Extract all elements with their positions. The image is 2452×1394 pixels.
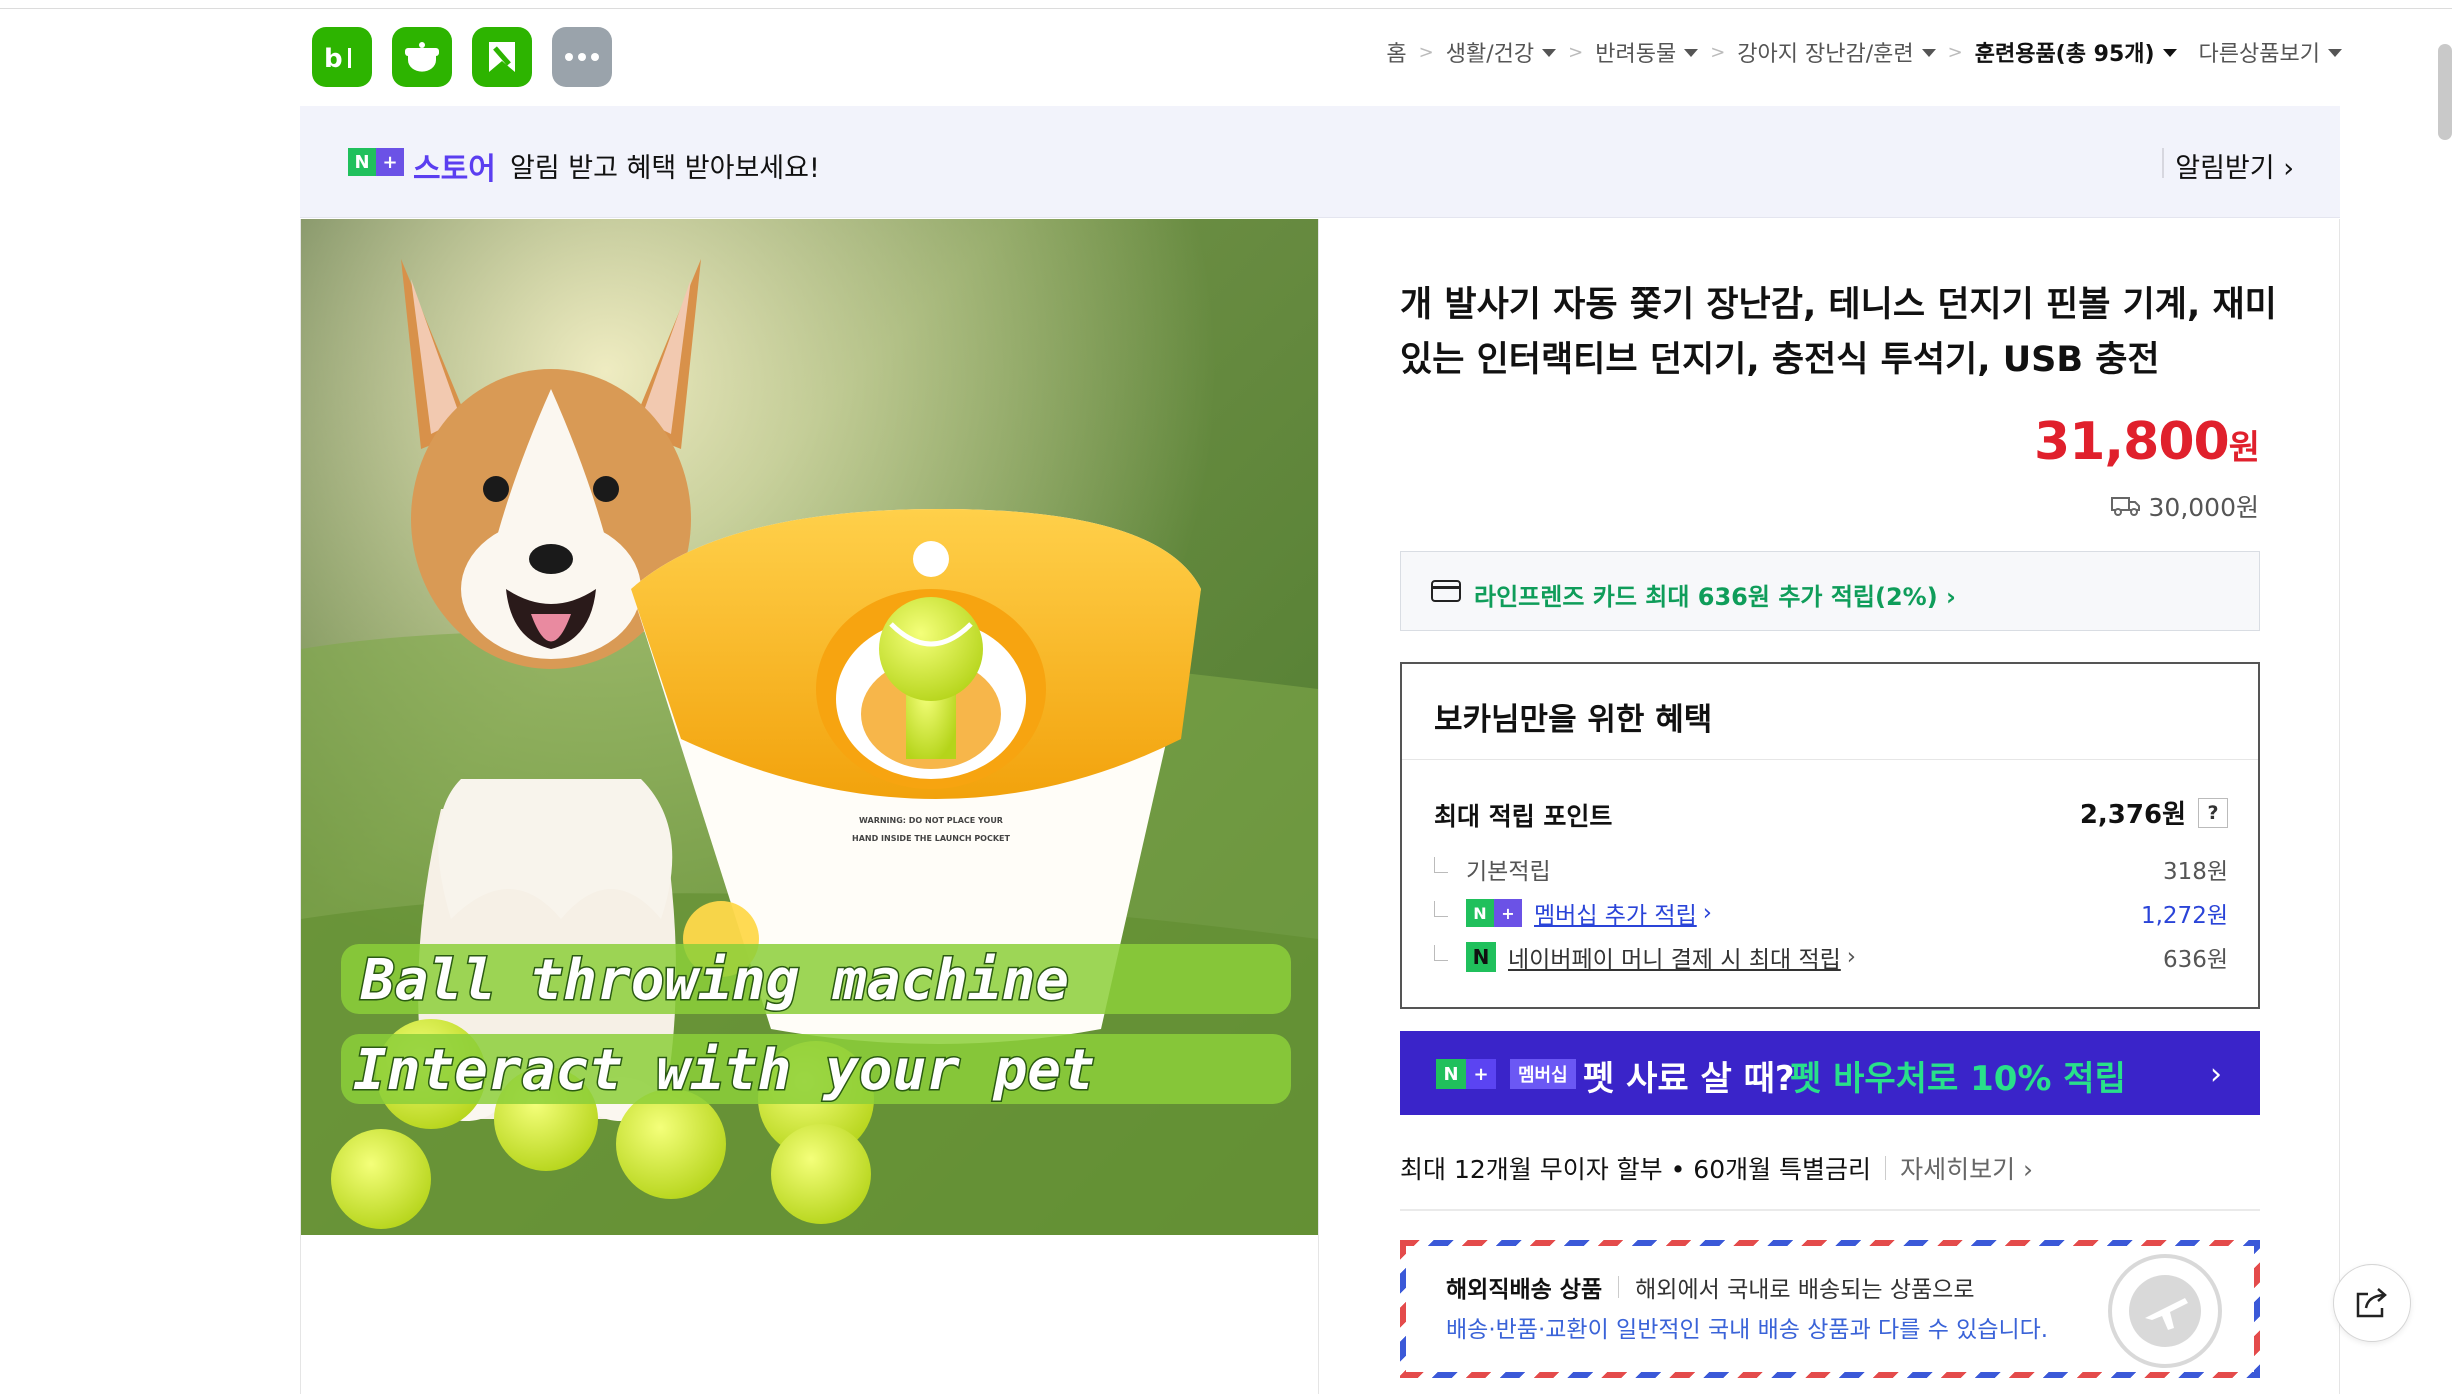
tree-line (1434, 945, 1448, 961)
breadcrumb-item-training[interactable]: 훈련용품(총 95개) (1975, 36, 2177, 68)
divider (1618, 1276, 1620, 1298)
dropdown-arrow-icon (1542, 49, 1557, 57)
n-badge-icon: N (1466, 899, 1494, 927)
breadcrumb-separator: > (1568, 41, 1584, 63)
nplus-badge: N + (1466, 899, 1522, 927)
plus-badge-icon: + (376, 148, 404, 176)
product-image[interactable]: WARNING: DO NOT PLACE YOUR HAND INSIDE T… (301, 219, 1318, 1235)
dropdown-arrow-icon (2328, 49, 2342, 57)
banner-message: 알림 받고 혜택 받아보세요! (510, 153, 820, 184)
divider (1402, 759, 2258, 760)
chevron-right-icon: › (1702, 900, 1712, 926)
shipping-fee: 30,000원 (2110, 488, 2259, 524)
airplane-stamp-icon (2108, 1254, 2222, 1368)
nplus-badge: N + (348, 148, 404, 176)
n-badge-icon: N (348, 148, 376, 176)
breadcrumb: 홈 > 생활/건강 > 반려동물 > 강아지 장난감/훈련 > 훈련용품(총 9… (1386, 36, 2342, 68)
breadcrumb-item-pets[interactable]: 반려동물 (1595, 36, 1699, 68)
npay-point-row: N 네이버페이 머니 결제 시 최대 적립 › (1434, 940, 1856, 974)
frame-line (1318, 219, 1319, 1394)
share-button[interactable] (2333, 1264, 2411, 1342)
nplus-badge: N + (1436, 1059, 1496, 1089)
more-apps-icon[interactable] (552, 27, 612, 87)
warning-text: WARNING: DO NOT PLACE YOUR (859, 816, 1003, 825)
member-benefit-box: 보카님만을 위한 혜택 최대 적립 포인트 2,376원 ? 기본적립 318원… (1400, 662, 2260, 1009)
divider (1885, 1156, 1887, 1180)
caption-line-1: Ball throwing machine (360, 948, 1069, 1013)
breadcrumb-separator: > (1947, 41, 1963, 63)
plus-badge-icon: + (1466, 1059, 1496, 1089)
share-icon (2356, 1288, 2387, 1318)
pet-voucher-banner[interactable]: N + 멤버십 펫 사료 살 때? 펫 바우처로 10% 적립 › (1400, 1031, 2260, 1115)
breadcrumb-item-dog-toys[interactable]: 강아지 장난감/훈련 (1737, 36, 1936, 68)
basic-point-value: 318원 (2162, 859, 2228, 885)
max-point-label: 최대 적립 포인트 (1434, 802, 1613, 831)
membership-point-row: N + 멤버십 추가 적립 › (1434, 896, 1712, 930)
other-products-dropdown[interactable]: 다른상품보기 (2199, 36, 2342, 68)
overseas-delivery-notice: 해외직배송 상품 해외에서 국내로 배송되는 상품으로 배송·반품·교환이 일반… (1400, 1240, 2260, 1378)
breadcrumb-separator: > (1710, 41, 1726, 63)
pet-voucher-highlight: 펫 바우처로 10% 적립 (1790, 1059, 2126, 1099)
breadcrumb-home[interactable]: 홈 (1386, 36, 1406, 68)
tree-line (1434, 901, 1448, 917)
chevron-right-icon: › (1846, 944, 1856, 970)
cafe-app-icon[interactable] (392, 27, 452, 87)
credit-card-icon (1431, 580, 1461, 602)
card-promo-banner[interactable]: 라인프렌즈 카드 최대 636원 추가 적립(2%) › (1400, 551, 2260, 631)
kin-app-icon[interactable] (472, 27, 532, 87)
app-shortcuts: b (312, 27, 612, 87)
product-title: 개 발사기 자동 쫓기 장난감, 테니스 던지기 핀볼 기계, 재미있는 인터랙… (1400, 285, 2277, 380)
dropdown-arrow-icon (1921, 49, 1936, 57)
frame-line (2339, 219, 2340, 1394)
warning-text: HAND INSIDE THE LAUNCH POCKET (852, 834, 1010, 843)
tree-line (1434, 857, 1448, 873)
basic-point-row: 기본적립 (1434, 852, 1551, 886)
membership-link[interactable]: 멤버십 추가 적립 (1534, 896, 1697, 930)
naverpay-icon: N (1466, 942, 1496, 972)
benefit-heading: 보카님만을 위한 혜택 (1434, 702, 1713, 738)
n-badge-icon: N (1436, 1059, 1466, 1089)
store-notification-banner: N + 스토어 알림 받고 혜택 받아보세요! 알림받기 › (300, 106, 2340, 218)
help-icon[interactable]: ? (2198, 797, 2228, 828)
store-label: 스토어 (413, 152, 496, 187)
svg-text:b: b (324, 44, 343, 72)
overseas-title: 해외직배송 상품 (1446, 1277, 1603, 1303)
chevron-right-icon: › (2210, 1057, 2222, 1092)
notify-button[interactable]: 알림받기 › (2175, 146, 2294, 185)
npay-link[interactable]: 네이버페이 머니 결제 시 최대 적립 (1508, 940, 1841, 974)
browser-top-edge (0, 0, 2452, 9)
installment-text: 최대 12개월 무이자 할부 • 60개월 특별금리 (1400, 1155, 1872, 1184)
overseas-note: 배송·반품·교환이 일반적인 국내 배송 상품과 다를 수 있습니다. (1446, 1317, 2049, 1343)
dropdown-arrow-icon (2162, 49, 2177, 57)
breadcrumb-separator: > (1418, 41, 1434, 63)
truck-icon (2110, 497, 2140, 516)
membership-badge: 멤버십 (1510, 1059, 1576, 1089)
breadcrumb-item-living-health[interactable]: 생활/건강 (1446, 36, 1557, 68)
installment-more-link[interactable]: 자세히보기 › (1900, 1150, 2033, 1186)
blog-app-icon[interactable]: b (312, 27, 372, 87)
membership-point-value: 1,272원 (2140, 903, 2228, 929)
installment-info: 최대 12개월 무이자 할부 • 60개월 특별금리 자세히보기 › (1400, 1150, 2033, 1186)
max-point-value: 2,376원 ? (2080, 794, 2228, 831)
banner-divider (2162, 148, 2164, 178)
product-price: 31,800원 (2034, 412, 2260, 472)
pet-voucher-text: 펫 사료 살 때? (1583, 1059, 1795, 1099)
plus-badge-icon: + (1494, 899, 1522, 927)
npay-point-value: 636원 (2162, 947, 2228, 973)
scrollbar-thumb[interactable] (2438, 44, 2452, 140)
overseas-desc: 해외에서 국내로 배송되는 상품으로 (1635, 1277, 1975, 1303)
overseas-title-row: 해외직배송 상품 해외에서 국내로 배송되는 상품으로 (1446, 1270, 1974, 1304)
notice-body: 해외직배송 상품 해외에서 국내로 배송되는 상품으로 배송·반품·교환이 일반… (1406, 1246, 2254, 1372)
dropdown-arrow-icon (1684, 49, 1699, 57)
card-promo-text: 라인프렌즈 카드 최대 636원 추가 적립(2%) › (1474, 583, 1956, 611)
divider (1400, 1209, 2260, 1211)
caption-line-2: Interact with your pet (353, 1038, 1095, 1103)
